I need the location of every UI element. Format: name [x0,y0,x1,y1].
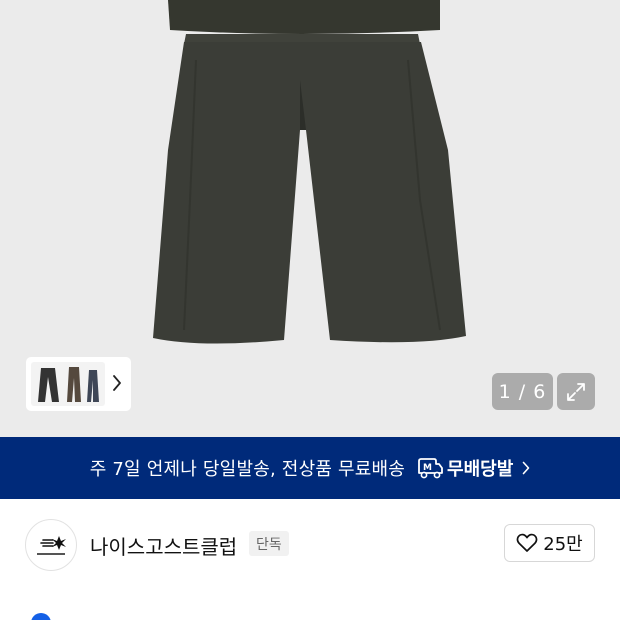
like-count: 25만 [543,534,583,555]
brand-logo-icon [37,536,66,555]
thumbnail-images[interactable] [31,362,105,406]
product-image-gallery[interactable]: 1 / 6 [0,0,620,437]
delivery-banner[interactable]: 주 7일 언제나 당일발송, 전상품 무료배송 M 무배당발 [0,437,620,499]
expand-icon [567,382,585,401]
thumbnail-strip[interactable] [26,357,131,411]
partial-info-icon [31,613,51,620]
expand-button[interactable] [557,373,595,410]
like-button[interactable]: 25만 [504,524,595,562]
chevron-right-icon [522,461,530,475]
exclusive-badge: 단독 [249,531,289,556]
free-delivery-label: 무배당발 [447,459,514,480]
chevron-right-icon[interactable] [112,374,122,392]
brand-row: 나이스고스트클럽 단독 25만 [0,499,620,594]
svg-text:M: M [423,463,432,473]
truck-m-icon: M [418,458,443,479]
brand-name[interactable]: 나이스고스트클럽 [90,531,237,560]
image-counter: 1 / 6 [492,373,553,410]
heart-icon [516,533,538,552]
delivery-banner-text: 주 7일 언제나 당일발송, 전상품 무료배송 [89,459,406,480]
brand-logo[interactable] [25,519,77,571]
